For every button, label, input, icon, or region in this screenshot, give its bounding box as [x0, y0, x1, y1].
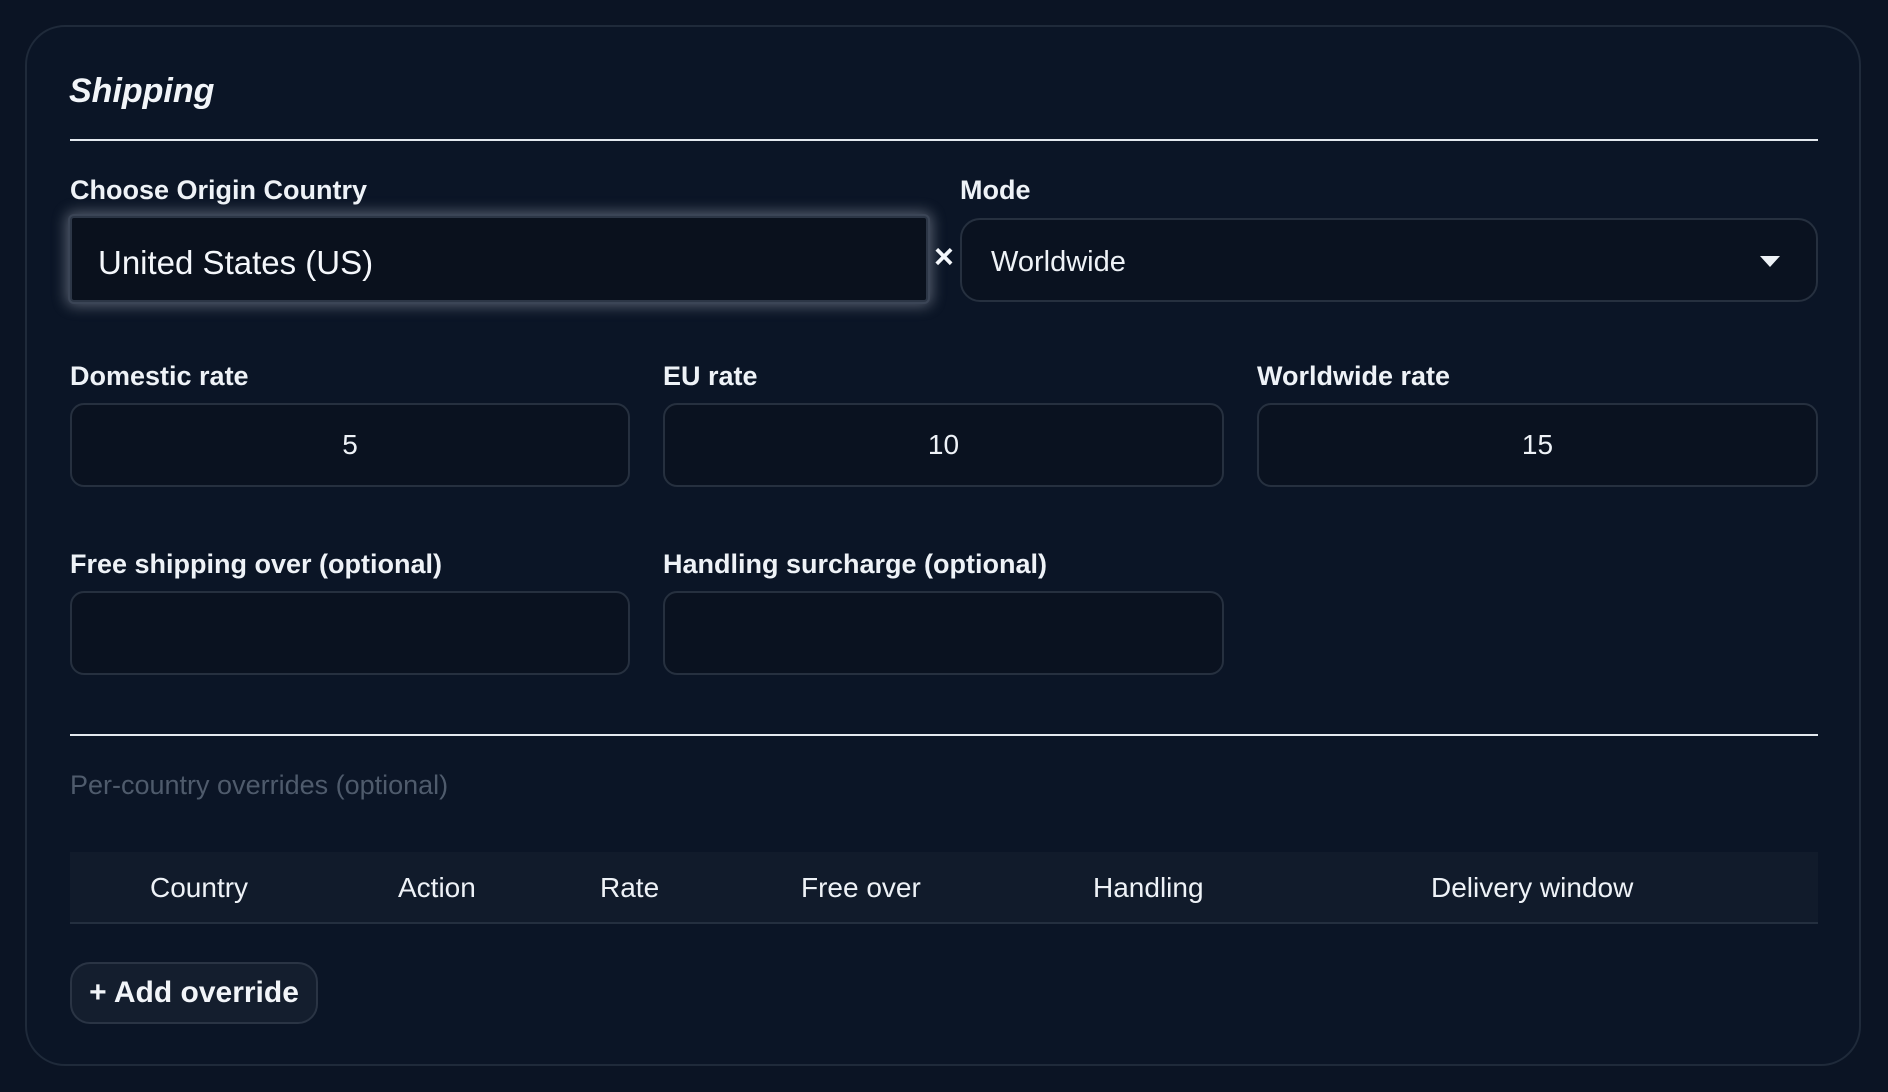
mode-select[interactable]: Worldwide: [960, 218, 1818, 302]
eu-rate-label: EU rate: [663, 361, 758, 391]
column-header-free-over: Free over: [801, 872, 921, 903]
column-header-delivery-window: Delivery window: [1431, 872, 1634, 903]
column-header-country: Country: [150, 872, 249, 903]
column-header-rate: Rate: [600, 872, 660, 903]
overrides-table-header: Country Action Rate Free over Handling D…: [70, 852, 1818, 924]
mode-label: Mode: [960, 175, 1031, 205]
domestic-rate-label: Domestic rate: [70, 361, 249, 391]
clear-icon[interactable]: ×: [934, 240, 954, 274]
free-shipping-label: Free shipping over (optional): [70, 549, 443, 579]
origin-country-value: United States (US): [98, 244, 374, 281]
overrides-divider: [70, 734, 1818, 736]
handling-surcharge-input[interactable]: [663, 591, 1224, 675]
free-shipping-input[interactable]: [70, 591, 630, 675]
add-override-button[interactable]: + Add override: [70, 962, 318, 1024]
column-header-action: Action: [398, 872, 476, 903]
section-title: Shipping: [69, 72, 215, 110]
worldwide-rate-label: Worldwide rate: [1257, 361, 1451, 391]
overrides-heading: Per-country overrides (optional): [70, 770, 449, 800]
origin-country-select[interactable]: United States (US) ×: [70, 216, 985, 302]
title-divider: [70, 139, 1818, 141]
origin-country-label: Choose Origin Country: [70, 175, 367, 205]
worldwide-rate-input[interactable]: 15: [1257, 403, 1818, 487]
column-header-handling: Handling: [1093, 872, 1204, 903]
chevron-down-icon[interactable]: [1760, 256, 1780, 267]
eu-rate-input[interactable]: 10: [663, 403, 1224, 487]
handling-surcharge-label: Handling surcharge (optional): [663, 549, 1048, 579]
domestic-rate-input[interactable]: 5: [70, 403, 630, 487]
mode-value: Worldwide: [991, 246, 1126, 278]
